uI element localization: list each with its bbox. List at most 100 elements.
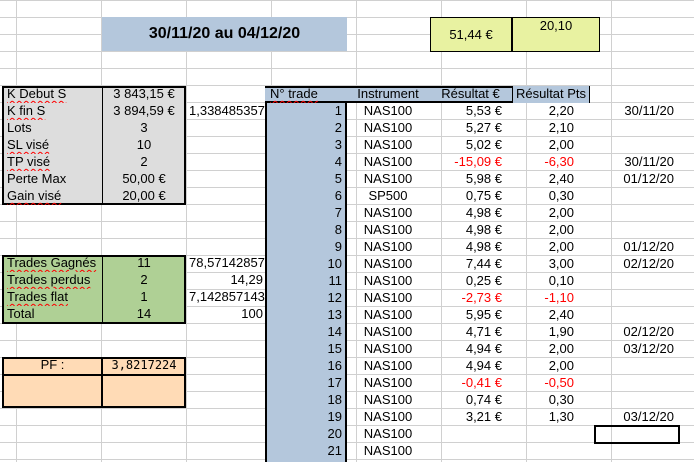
trade-instrument[interactable]: NAS100: [347, 273, 429, 290]
trade-number[interactable]: 7: [267, 205, 345, 222]
trade-number[interactable]: 20: [267, 426, 345, 443]
trade-result-eur[interactable]: 5,53 €: [429, 103, 510, 120]
trade-instrument[interactable]: NAS100: [347, 392, 429, 409]
trade-date[interactable]: 03/12/20: [596, 341, 676, 358]
trade-date[interactable]: 02/12/20: [596, 256, 676, 273]
trade-number[interactable]: 21: [267, 443, 345, 460]
trade-result-eur[interactable]: 0,25 €: [429, 273, 510, 290]
total-result-eur[interactable]: 51,44 €: [430, 17, 512, 52]
trade-result-eur[interactable]: -0,41 €: [429, 375, 510, 392]
trade-result-eur[interactable]: [429, 443, 510, 460]
trade-result-pts[interactable]: 2,00: [512, 358, 590, 375]
param-label[interactable]: K fin S: [4, 103, 102, 120]
param-value[interactable]: 20,00 €: [103, 188, 185, 205]
trade-result-eur[interactable]: 4,98 €: [429, 239, 510, 256]
trade-result-pts[interactable]: 0,30: [512, 392, 590, 409]
trade-result-pts[interactable]: 2,00: [512, 239, 590, 256]
trade-result-eur[interactable]: 4,94 €: [429, 358, 510, 375]
trade-number[interactable]: 11: [267, 273, 345, 290]
spreadsheet-grid[interactable]: 30/11/20 au 04/12/20 51,44 € 20,10 K Deb…: [0, 0, 694, 462]
trade-result-eur[interactable]: 4,71 €: [429, 324, 510, 341]
trade-number[interactable]: 17: [267, 375, 345, 392]
trade-instrument[interactable]: NAS100: [347, 154, 429, 171]
trade-result-pts[interactable]: 2,00: [512, 222, 590, 239]
trade-result-pts[interactable]: 2,00: [512, 205, 590, 222]
trade-number[interactable]: 15: [267, 341, 345, 358]
param-label[interactable]: SL visé: [4, 137, 102, 154]
trade-result-pts[interactable]: -6,30: [512, 154, 590, 171]
selected-cell-cursor[interactable]: [594, 425, 680, 444]
trade-number[interactable]: 6: [267, 188, 345, 205]
trade-date[interactable]: [596, 375, 676, 392]
trade-result-eur[interactable]: 5,27 €: [429, 120, 510, 137]
trade-instrument[interactable]: NAS100: [347, 137, 429, 154]
summary-label[interactable]: Trades perdus: [4, 272, 102, 289]
summary-pct[interactable]: 78,57142857: [186, 255, 265, 272]
trade-result-pts[interactable]: -1,10: [512, 290, 590, 307]
trade-result-eur[interactable]: [429, 426, 510, 443]
summary-value[interactable]: 1: [103, 289, 185, 306]
param-extra[interactable]: [186, 188, 265, 205]
trade-date[interactable]: [596, 205, 676, 222]
trade-date[interactable]: 30/11/20: [596, 103, 676, 120]
summary-pct[interactable]: 7,142857143: [186, 289, 265, 306]
trade-number[interactable]: 9: [267, 239, 345, 256]
trade-number[interactable]: 5: [267, 171, 345, 188]
trade-result-eur[interactable]: 5,98 €: [429, 171, 510, 188]
trade-number[interactable]: 2: [267, 120, 345, 137]
trade-instrument[interactable]: NAS100: [347, 426, 429, 443]
trade-number[interactable]: 12: [267, 290, 345, 307]
trade-result-eur[interactable]: 0,74 €: [429, 392, 510, 409]
trade-result-pts[interactable]: 2,10: [512, 120, 590, 137]
trade-date[interactable]: 01/12/20: [596, 171, 676, 188]
trade-result-eur[interactable]: -2,73 €: [429, 290, 510, 307]
trade-result-pts[interactable]: 0,10: [512, 273, 590, 290]
trade-result-eur[interactable]: -15,09 €: [429, 154, 510, 171]
summary-label[interactable]: Trades Gagnés: [4, 255, 102, 272]
trade-result-pts[interactable]: [512, 426, 590, 443]
summary-label[interactable]: Total: [4, 306, 102, 323]
trade-number[interactable]: 19: [267, 409, 345, 426]
trade-date[interactable]: [596, 392, 676, 409]
summary-value[interactable]: 11: [103, 255, 185, 272]
trade-instrument[interactable]: NAS100: [347, 358, 429, 375]
trade-date[interactable]: [596, 120, 676, 137]
trade-instrument[interactable]: NAS100: [347, 341, 429, 358]
trade-result-eur[interactable]: 4,98 €: [429, 222, 510, 239]
trade-date[interactable]: [596, 222, 676, 239]
summary-value[interactable]: 2: [103, 272, 185, 289]
trade-date[interactable]: [596, 273, 676, 290]
param-label[interactable]: Lots: [4, 120, 102, 137]
summary-value[interactable]: 14: [103, 306, 185, 323]
trade-date[interactable]: [596, 443, 676, 460]
trade-date[interactable]: 02/12/20: [596, 324, 676, 341]
trade-date[interactable]: 03/12/20: [596, 409, 676, 426]
trade-result-eur[interactable]: 5,95 €: [429, 307, 510, 324]
trade-number[interactable]: 4: [267, 154, 345, 171]
trade-result-pts[interactable]: 2,00: [512, 137, 590, 154]
param-label[interactable]: Perte Max: [4, 171, 102, 188]
trade-number[interactable]: 16: [267, 358, 345, 375]
trade-date[interactable]: [596, 188, 676, 205]
summary-pct[interactable]: 14,29: [186, 272, 265, 289]
param-value[interactable]: 2: [103, 154, 185, 171]
trade-result-pts[interactable]: 2,40: [512, 307, 590, 324]
param-extra[interactable]: [186, 137, 265, 154]
trade-result-pts[interactable]: 1,30: [512, 409, 590, 426]
trade-date[interactable]: [596, 307, 676, 324]
trade-instrument[interactable]: NAS100: [347, 256, 429, 273]
trade-instrument[interactable]: NAS100: [347, 290, 429, 307]
trade-instrument[interactable]: NAS100: [347, 324, 429, 341]
trade-result-pts[interactable]: 3,00: [512, 256, 590, 273]
trade-result-eur[interactable]: 4,98 €: [429, 205, 510, 222]
trade-instrument[interactable]: NAS100: [347, 171, 429, 188]
trade-instrument[interactable]: NAS100: [347, 307, 429, 324]
trade-result-eur[interactable]: 0,75 €: [429, 188, 510, 205]
trade-result-pts[interactable]: 2,00: [512, 341, 590, 358]
trade-result-pts[interactable]: 2,40: [512, 171, 590, 188]
trade-number[interactable]: 10: [267, 256, 345, 273]
trade-instrument[interactable]: NAS100: [347, 375, 429, 392]
param-value[interactable]: 10: [103, 137, 185, 154]
trade-number[interactable]: 1: [267, 103, 345, 120]
total-result-pts[interactable]: 20,10: [512, 17, 600, 35]
